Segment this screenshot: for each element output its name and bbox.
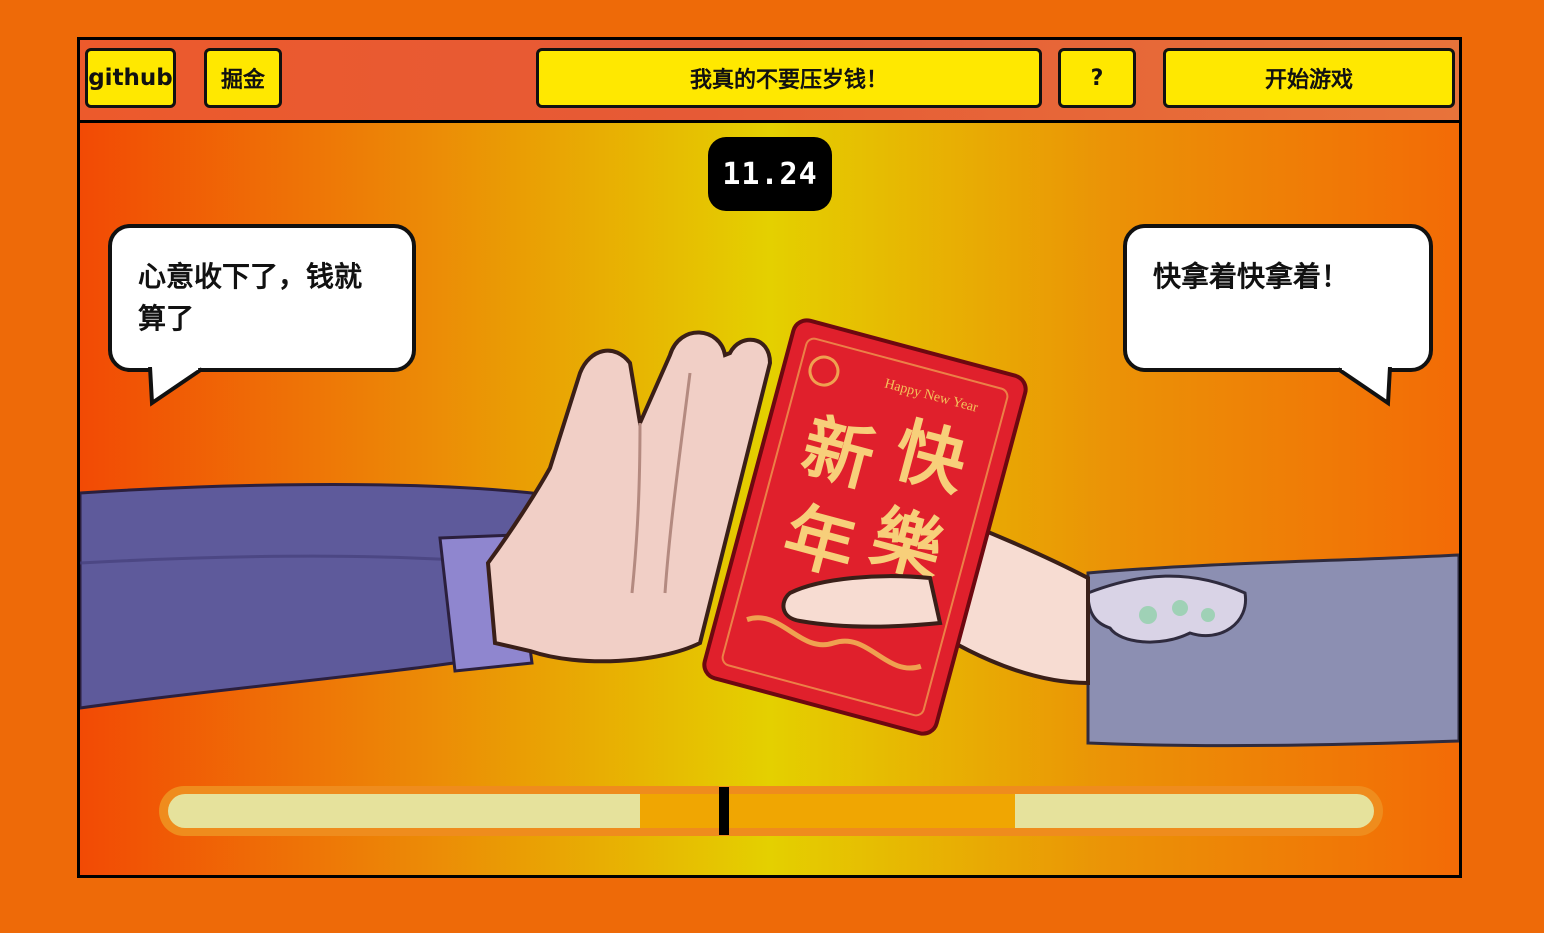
juejin-button[interactable]: 掘金 [204, 48, 282, 108]
meter-needle[interactable] [718, 787, 729, 835]
right-bubble-tail [1336, 367, 1392, 407]
top-toolbar: github 掘金 我真的不要压岁钱！ ? 开始游戏 [80, 40, 1459, 123]
right-speech-bubble: 快拿着快拿着！ [1123, 224, 1433, 372]
left-bubble-tail [148, 367, 204, 407]
help-button[interactable]: ? [1058, 48, 1136, 108]
start-game-button[interactable]: 开始游戏 [1163, 48, 1455, 108]
meter-track-inner [168, 794, 1374, 828]
game-frame: github 掘金 我真的不要压岁钱！ ? 开始游戏 Happy New Yea… [77, 37, 1462, 878]
countdown-timer: 11.24 [708, 137, 832, 211]
mode-toggle-button[interactable]: 我真的不要压岁钱！ [536, 48, 1042, 108]
left-speech-bubble: 心意收下了，钱就算了 [108, 224, 416, 372]
right-speech-text: 快拿着快拿着！ [1153, 260, 1350, 293]
game-stage: Happy New Year 新 快 年 樂 11.24 心意收下了，钱就算了 … [80, 123, 1459, 875]
left-speech-text: 心意收下了，钱就算了 [138, 260, 363, 335]
balance-meter [159, 786, 1383, 836]
sleeve-pattern [1086, 574, 1247, 644]
github-button[interactable]: github [85, 48, 176, 108]
meter-target-zone [639, 794, 1016, 828]
